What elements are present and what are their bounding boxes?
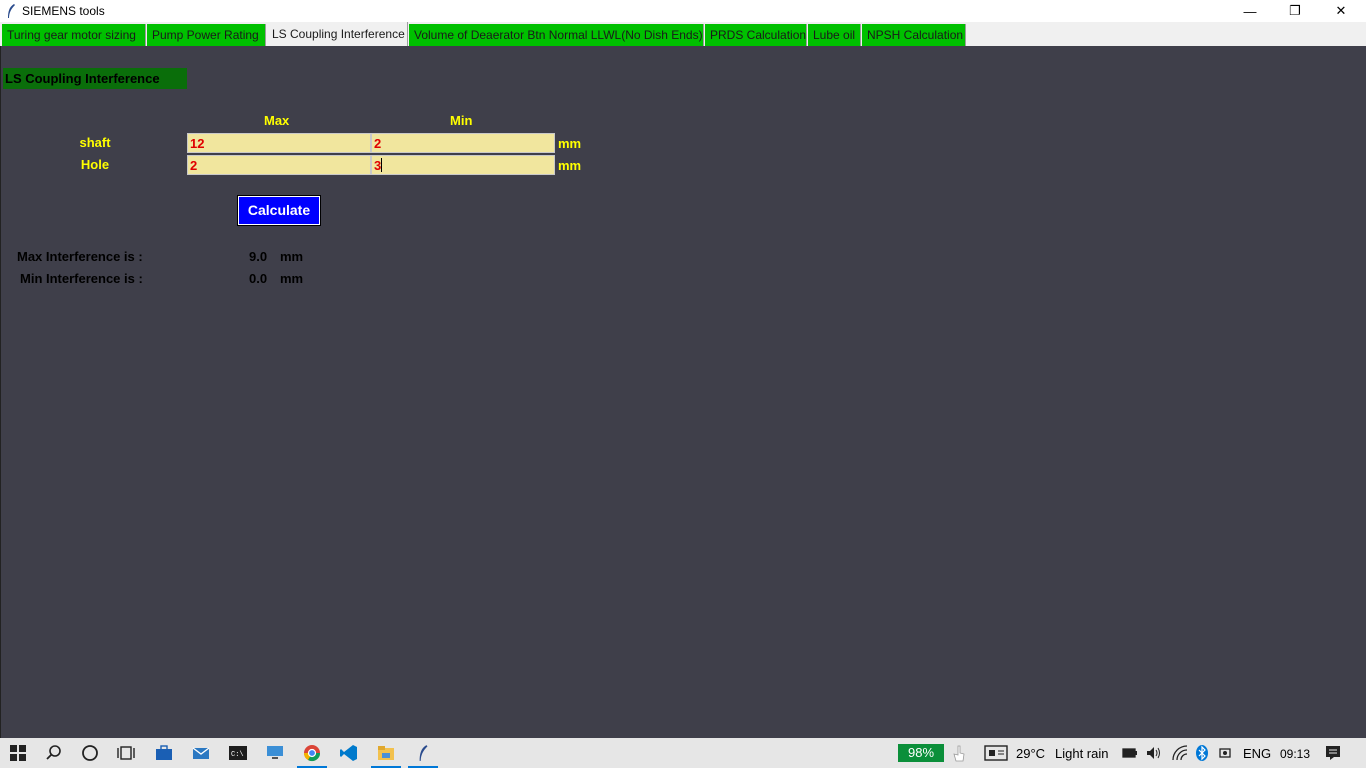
wifi-icon[interactable] (1171, 744, 1189, 762)
shaft-max-input[interactable]: 12 (187, 133, 371, 153)
shaft-min-input[interactable]: 2 (371, 133, 555, 153)
window-title: SIEMENS tools (22, 4, 105, 18)
max-interference-label: Max Interference is : (17, 249, 143, 264)
chrome-icon[interactable] (294, 738, 330, 768)
column-header-min: Min (450, 113, 473, 128)
hole-max-input[interactable]: 2 (187, 155, 371, 175)
min-interference-label: Min Interference is : (20, 271, 143, 286)
text-caret (381, 158, 383, 172)
tab-prds[interactable]: PRDS Calculation (705, 24, 807, 46)
section-title: LS Coupling Interference (3, 68, 187, 89)
vscode-icon[interactable] (331, 738, 367, 768)
column-header-max: Max (264, 113, 290, 128)
volume-icon[interactable] (1145, 744, 1163, 762)
shaft-min-value: 2 (374, 136, 382, 151)
tab-deaerator-volume[interactable]: Volume of Deaerator Btn Normal LLWL(No D… (409, 24, 704, 46)
close-button[interactable]: ✕ (1318, 0, 1364, 22)
hole-min-input[interactable]: 3 (371, 155, 555, 175)
feather-icon (8, 4, 15, 18)
maximize-button[interactable]: ❐ (1272, 0, 1318, 22)
language-indicator[interactable]: ENG (1243, 746, 1271, 761)
store-icon[interactable] (146, 738, 182, 768)
window-titlebar: SIEMENS tools — ❐ ✕ (0, 0, 1366, 22)
hole-unit: mm (558, 158, 582, 173)
shaft-label: shaft (79, 135, 111, 150)
temperature-text[interactable]: 29°C (1016, 746, 1045, 761)
computer-icon[interactable] (257, 738, 293, 768)
clock-time[interactable]: 09:13 (1280, 747, 1310, 761)
battery-indicator[interactable]: 98% (898, 744, 944, 762)
shaft-max-value: 12 (190, 136, 205, 151)
python-feather-icon[interactable] (405, 738, 441, 768)
tab-pump-power[interactable]: Pump Power Rating (147, 24, 266, 46)
hole-min-value: 3 (374, 158, 382, 173)
svg-text:C:\: C:\ (231, 751, 244, 759)
tab-ls-coupling[interactable]: LS Coupling Interference (267, 22, 408, 46)
min-interference-value: 0.0 (249, 271, 268, 286)
hole-label: Hole (80, 157, 110, 172)
tab-lube-oil[interactable]: Lube oil (808, 24, 861, 46)
notification-icon[interactable] (1324, 744, 1342, 762)
bluetooth-icon[interactable] (1195, 744, 1209, 762)
start-windows-icon[interactable] (0, 738, 36, 768)
shaft-unit: mm (558, 136, 582, 151)
weather-icon[interactable] (984, 744, 1008, 762)
search-icon[interactable] (36, 738, 72, 768)
minimize-button[interactable]: — (1227, 0, 1273, 22)
calculate-button[interactable]: Calculate (238, 196, 320, 225)
weather-text[interactable]: Light rain (1055, 746, 1108, 761)
camera-icon[interactable] (1218, 744, 1234, 762)
min-interference-unit: mm (280, 271, 304, 286)
file-explorer-icon[interactable] (368, 738, 404, 768)
tab-npsh[interactable]: NPSH Calculation (862, 24, 966, 46)
touch-icon[interactable] (952, 744, 966, 762)
cortana-icon[interactable] (72, 738, 108, 768)
mail-icon[interactable] (183, 738, 219, 768)
hole-max-value: 2 (190, 158, 198, 173)
tab-content: LS Coupling Interference Max Min shaft 1… (0, 46, 1366, 738)
max-interference-value: 9.0 (249, 249, 268, 264)
battery-tray-icon[interactable] (1122, 747, 1138, 759)
tab-turning-gear[interactable]: Turing gear motor sizing (2, 24, 146, 46)
task-view-icon[interactable] (108, 738, 144, 768)
max-interference-unit: mm (280, 249, 304, 264)
tab-bar: Turing gear motor sizing Pump Power Rati… (0, 22, 1366, 46)
terminal-icon[interactable]: C:\ (220, 738, 256, 768)
